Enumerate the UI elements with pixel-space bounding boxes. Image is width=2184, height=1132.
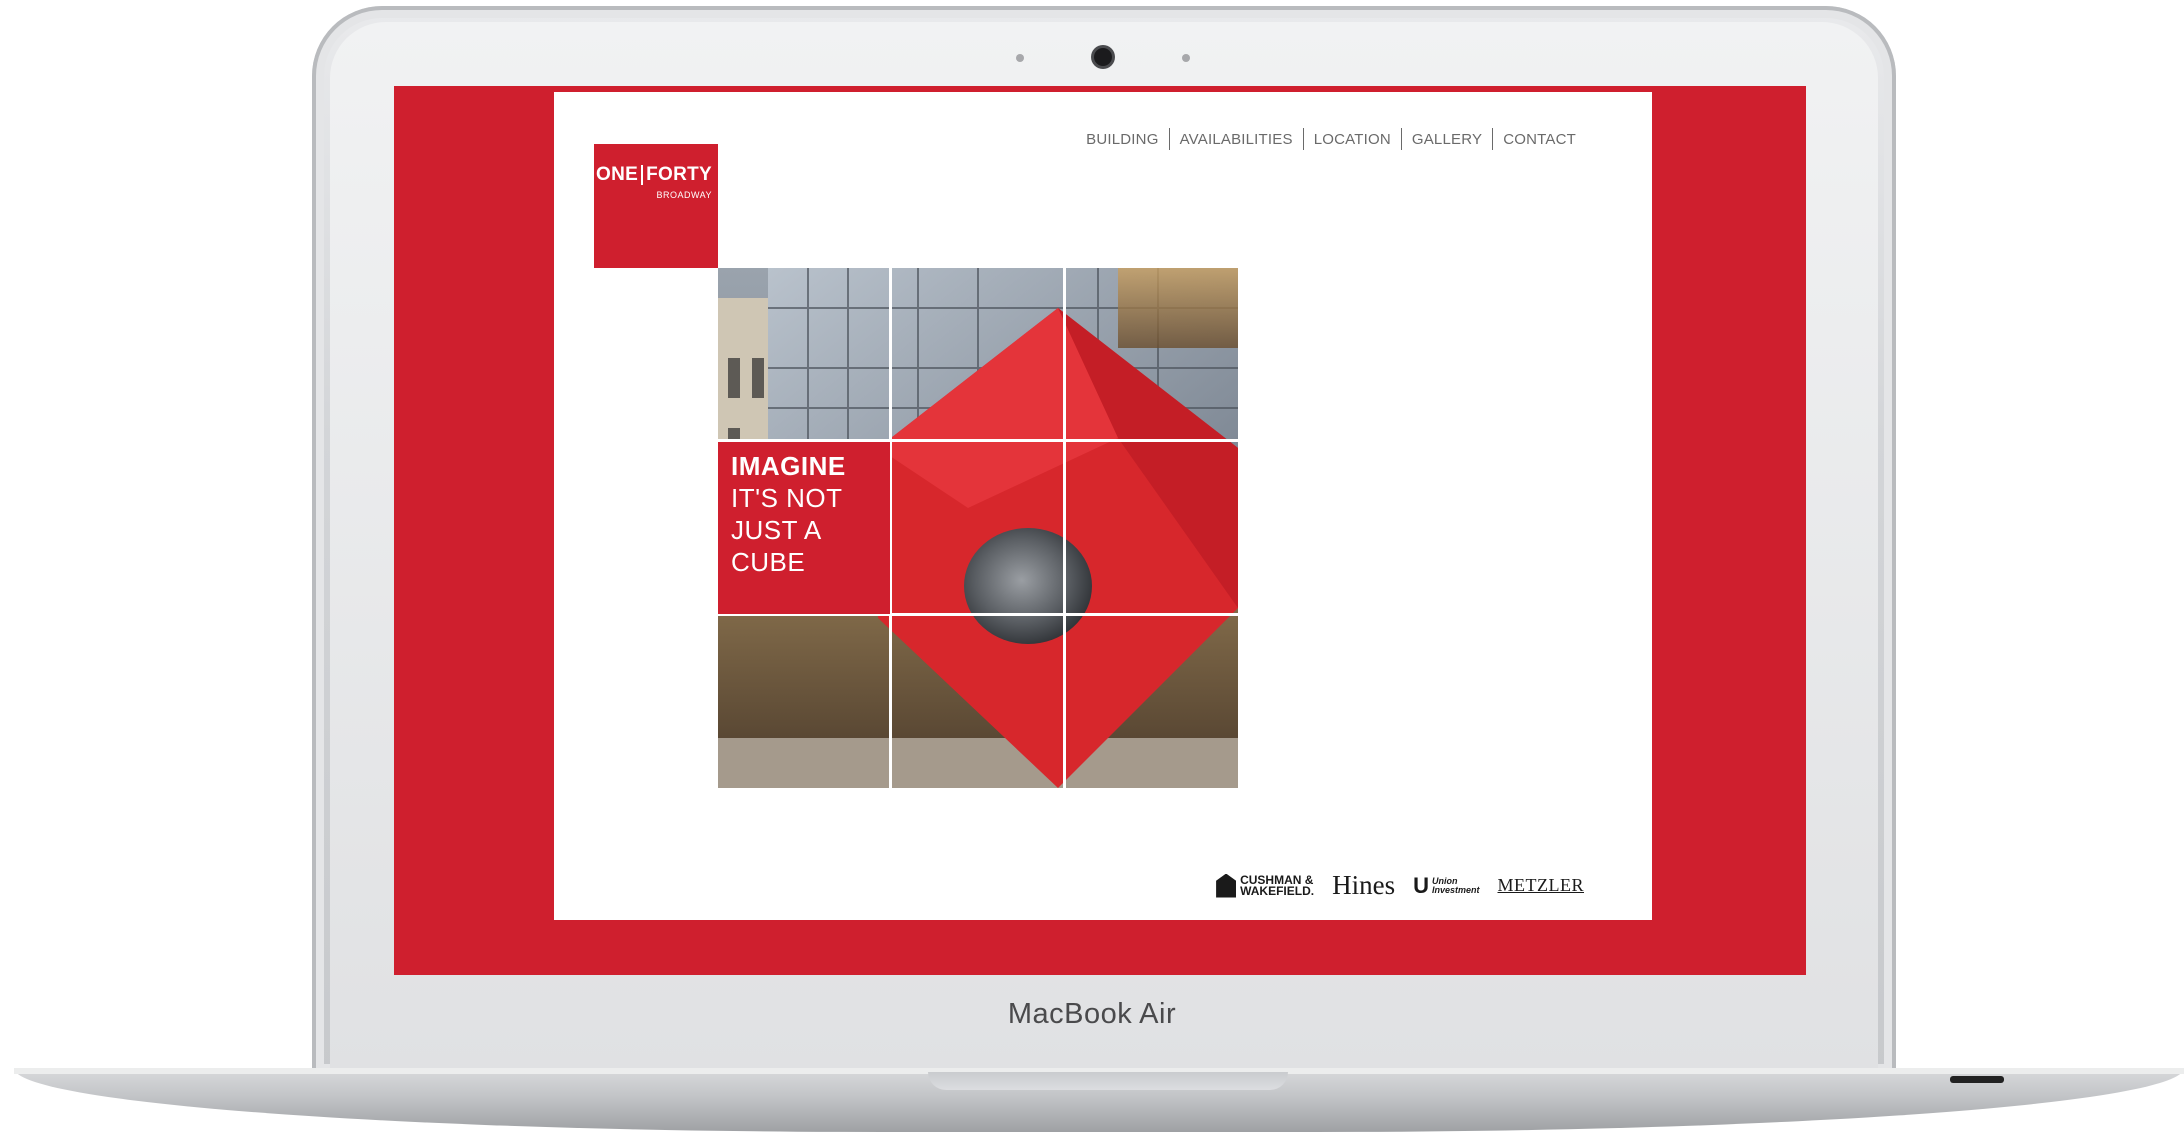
grid-divider — [1063, 268, 1066, 788]
tagline-line: CUBE — [731, 547, 806, 577]
ambient-sensor — [1182, 54, 1190, 62]
nav-location[interactable]: LOCATION — [1304, 131, 1401, 148]
laptop-screen: BUILDING AVAILABILITIES LOCATION GALLERY… — [394, 86, 1806, 975]
hero-tagline: IMAGINE IT'S NOT JUST A CUBE — [718, 442, 890, 614]
logo-word-one: ONE — [596, 164, 639, 185]
logo-word-forty: FORTY — [646, 164, 712, 185]
main-nav: BUILDING AVAILABILITIES LOCATION GALLERY… — [1076, 128, 1586, 150]
port-slot — [1950, 1076, 2004, 1083]
nav-contact[interactable]: CONTACT — [1493, 131, 1586, 148]
cushman-wakefield-icon — [1216, 873, 1237, 898]
nav-availabilities[interactable]: AVAILABILITIES — [1170, 131, 1303, 148]
nav-building[interactable]: BUILDING — [1076, 131, 1168, 148]
cushman-wakefield-logo: CUSHMAN & WAKEFIELD. — [1216, 873, 1314, 898]
partner-logos: CUSHMAN & WAKEFIELD. Hines U Union Inves… — [1216, 870, 1584, 901]
lid-opening-notch — [928, 1072, 1288, 1090]
tagline-line: IMAGINE — [731, 451, 846, 481]
camera-icon — [1094, 48, 1112, 66]
union-investment-icon: U — [1413, 873, 1429, 898]
device-label: MacBook Air — [1007, 998, 1177, 1030]
ambient-sensor — [1016, 54, 1024, 62]
hero-image-grid: IMAGINE IT'S NOT JUST A CUBE — [718, 268, 1238, 788]
site-logo[interactable]: ONE FORTY BROADWAY — [594, 144, 718, 268]
metzler-logo: METZLER — [1497, 875, 1584, 895]
tagline-line: JUST A — [731, 515, 822, 545]
nav-gallery[interactable]: GALLERY — [1402, 131, 1492, 148]
logo-divider — [641, 165, 644, 185]
logo-subtitle: BROADWAY — [656, 190, 712, 200]
union-investment-logo: U Union Investment — [1413, 873, 1480, 898]
hines-logo: Hines — [1332, 870, 1396, 900]
website-page: BUILDING AVAILABILITIES LOCATION GALLERY… — [554, 92, 1652, 920]
tagline-line: IT'S NOT — [731, 483, 843, 513]
